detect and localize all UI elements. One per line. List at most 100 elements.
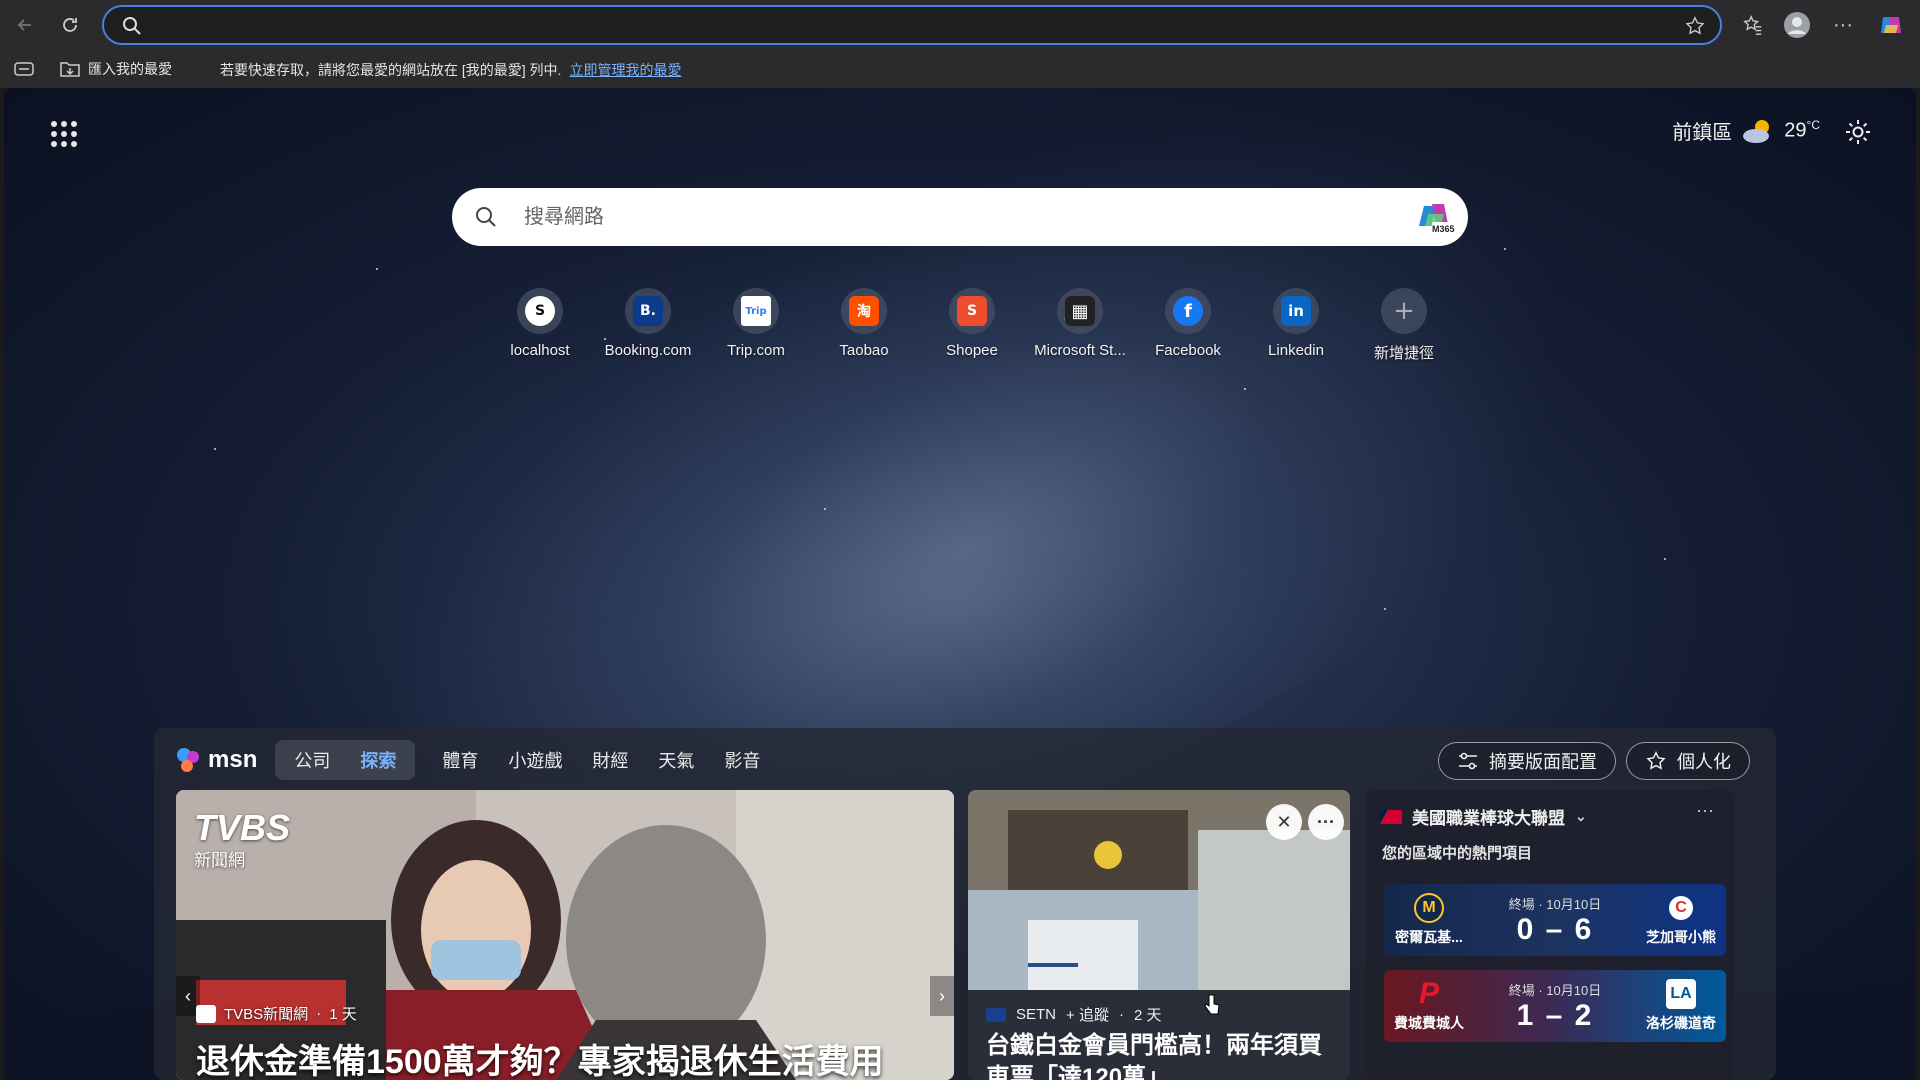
- tvbs-watermark-text: TVBS: [194, 807, 291, 848]
- back-button[interactable]: [8, 8, 42, 42]
- side-source-name: SETN: [1016, 1006, 1057, 1023]
- more-options-button[interactable]: ···: [1826, 8, 1860, 42]
- nav-item-discover[interactable]: 探索: [345, 747, 411, 773]
- quicklink-tile: S: [517, 288, 563, 334]
- nav-item-company[interactable]: 公司: [279, 747, 345, 773]
- mlb-header[interactable]: 美國職業棒球大聯盟 ⌄: [1380, 804, 1587, 829]
- favorites-message-text: 若要快速存取，請將您最愛的網站放在 [我的最愛] 列中.: [220, 62, 562, 78]
- msn-feed: msn 公司 探索 體育 小遊戲 財經 天氣 影音 摘要版面配置 個人化 TVB…: [154, 728, 1776, 1080]
- home-team-name: 費城費城人: [1394, 1015, 1464, 1031]
- profile-button[interactable]: [1780, 8, 1814, 42]
- game-score-value: 0 – 6: [1516, 912, 1594, 946]
- nav-item-sports[interactable]: 體育: [427, 747, 493, 773]
- taobao-logo-icon: 淘: [849, 296, 879, 326]
- follow-button[interactable]: + 追蹤: [1066, 1004, 1109, 1025]
- nav-item-weather[interactable]: 天氣: [643, 747, 709, 773]
- msn-butterfly-icon: [177, 748, 199, 772]
- quicklink-trip[interactable]: Trip Trip.com: [702, 288, 810, 363]
- game-row[interactable]: P 費城費城人 終場 · 10月10日 1 – 2 LA 洛杉磯道奇: [1384, 970, 1726, 1042]
- quicklink-taobao[interactable]: 淘 Taobao: [810, 288, 918, 363]
- carousel-next-button[interactable]: ›: [930, 976, 954, 1016]
- sports-more-button[interactable]: ···: [1696, 800, 1714, 821]
- side-news-card[interactable]: ✕ ··· SETN + 追蹤 · 2 天 台鐵白金會員門檻高！兩年須買車票「達…: [968, 790, 1350, 1080]
- tvbs-watermark-sub: 新聞網: [194, 851, 245, 870]
- quicklink-booking[interactable]: B. Booking.com: [594, 288, 702, 363]
- quicklink-label: 新增捷徑: [1373, 345, 1434, 362]
- booking-logo-icon: B.: [633, 296, 663, 326]
- refresh-icon: [63, 18, 77, 32]
- page-settings-gear-icon[interactable]: [1844, 118, 1872, 146]
- dismiss-card-button[interactable]: ✕: [1266, 804, 1302, 840]
- side-news-source: SETN + 追蹤 · 2 天: [986, 1004, 1161, 1025]
- manage-favorites-link[interactable]: 立即管理我的最愛: [569, 62, 681, 78]
- dodgers-logo-icon: LA: [1666, 979, 1696, 1009]
- quicklink-tile: +: [1381, 288, 1427, 334]
- game-score: 終場 · 10月10日 1 – 2: [1474, 970, 1636, 1042]
- browser-toolbar: ···: [0, 0, 1920, 50]
- game-score: 終場 · 10月10日 0 – 6: [1474, 884, 1636, 956]
- web-search-box[interactable]: M365: [452, 188, 1468, 246]
- msn-brand: msn: [208, 746, 258, 773]
- trip-logo-icon: Trip: [741, 296, 771, 326]
- news-dot: ·: [316, 1005, 322, 1022]
- quicklink-label: Facebook: [1155, 342, 1221, 359]
- quicklink-shopee[interactable]: S Shopee: [918, 288, 1026, 363]
- linkedin-logo-icon: in: [1281, 296, 1311, 326]
- quicklink-microsoft-store[interactable]: ▦ Microsoft St...: [1026, 288, 1134, 363]
- copilot-button[interactable]: [1874, 8, 1908, 42]
- setn-source-icon: [986, 1007, 1006, 1022]
- quicklink-linkedin[interactable]: in Linkedin: [1242, 288, 1350, 363]
- brewers-logo-icon: M: [1414, 893, 1444, 923]
- feed-actions: 摘要版面配置 個人化: [1438, 742, 1750, 780]
- favorites-button[interactable]: [1736, 8, 1770, 42]
- side-news-headline[interactable]: 台鐵白金會員門檻高！兩年須買車票「達120萬」: [986, 1030, 1336, 1080]
- quicklink-localhost[interactable]: Slocalhost: [486, 288, 594, 363]
- nav-item-video[interactable]: 影音: [709, 747, 775, 773]
- away-team-name: 芝加哥小熊: [1646, 929, 1716, 945]
- cubs-logo-icon: C: [1666, 893, 1696, 923]
- quicklink-label: Booking.com: [604, 342, 692, 359]
- refresh-button[interactable]: [53, 8, 87, 42]
- feed-layout-button[interactable]: 摘要版面配置: [1438, 742, 1616, 780]
- search-icon: [476, 207, 496, 227]
- weather-location: 前鎮區: [1672, 122, 1733, 144]
- quick-links: Slocalhost B. Booking.com Trip Trip.com 淘T…: [486, 288, 1458, 363]
- import-favorites-button[interactable]: 匯入我的最愛: [60, 59, 172, 79]
- star-favorite-icon[interactable]: [1684, 15, 1706, 37]
- msn-logo[interactable]: msn: [174, 745, 257, 775]
- web-search-input[interactable]: [524, 202, 1364, 232]
- quicklink-facebook[interactable]: f Facebook: [1134, 288, 1242, 363]
- quicklink-label: Trip.com: [727, 342, 785, 359]
- nav-item-finance[interactable]: 財經: [577, 747, 643, 773]
- favorites-bar: 匯入我的最愛 若要快速存取，請將您最愛的網站放在 [我的最愛] 列中. 立即管理我…: [0, 50, 1920, 88]
- facebook-logo-icon: f: [1173, 296, 1203, 326]
- news-age: 1 天: [329, 1006, 357, 1023]
- chevron-left-icon: ‹: [185, 985, 191, 1006]
- weather-widget[interactable]: 前鎮區 29°C: [1672, 116, 1820, 145]
- card-more-button[interactable]: ···: [1308, 804, 1344, 840]
- feed-nav: msn 公司 探索 體育 小遊戲 財經 天氣 影音: [174, 740, 775, 780]
- address-input[interactable]: [154, 13, 1634, 37]
- sports-subtitle: 您的區域中的熱門項目: [1382, 845, 1533, 862]
- back-arrow-icon: [17, 19, 31, 31]
- app-launcher-button[interactable]: [48, 118, 78, 148]
- quicklink-add-shortcut[interactable]: + 新增捷徑: [1350, 288, 1458, 363]
- mlb-league-title: 美國職業棒球大聯盟: [1412, 809, 1565, 828]
- m365-copilot-button[interactable]: M365: [1418, 200, 1455, 234]
- quicklink-label: Taobao: [839, 342, 889, 359]
- weather-temperature: 29°C: [1784, 118, 1820, 142]
- tvbs-source-icon: [196, 1004, 216, 1023]
- news-headline[interactable]: 退休金準備1500萬才夠？專家揭退休生活費用: [196, 1034, 884, 1080]
- quicklink-tile: S: [949, 288, 995, 334]
- localhost-logo-icon: S: [525, 296, 555, 326]
- nav-item-games[interactable]: 小遊戲: [493, 747, 577, 773]
- chevron-right-icon: ›: [939, 985, 945, 1006]
- sidebar-tabs-icon[interactable]: [14, 62, 34, 76]
- address-bar[interactable]: [102, 5, 1722, 45]
- featured-news-card[interactable]: TVBS 新聞網 ‹ › TVBS新聞網 · 1 天 退休金準備1500萬才夠？…: [176, 790, 954, 1080]
- personalize-button[interactable]: 個人化: [1626, 742, 1750, 780]
- away-team-name: 洛杉磯道奇: [1646, 1015, 1716, 1031]
- side-news-age: 2 天: [1133, 1007, 1162, 1024]
- game-row[interactable]: M 密爾瓦基... 終場 · 10月10日 0 – 6 C 芝加哥小熊: [1384, 884, 1726, 956]
- quicklink-tile: Trip: [733, 288, 779, 334]
